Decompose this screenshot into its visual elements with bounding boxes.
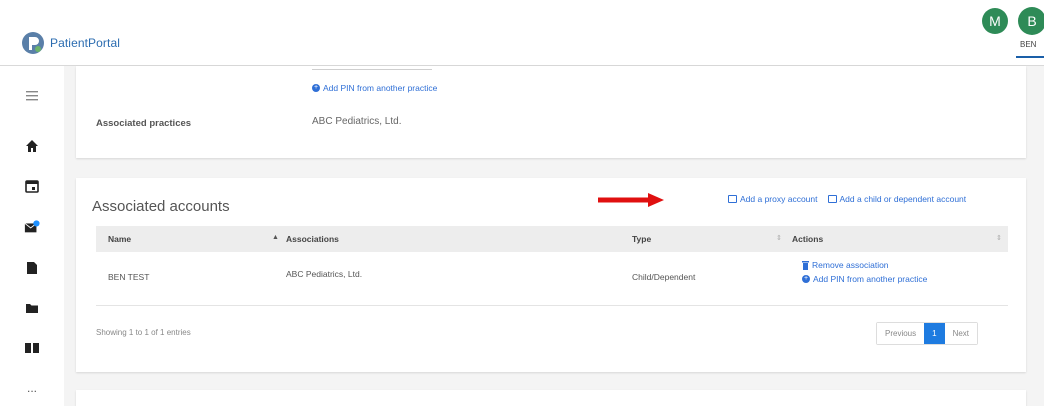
practices-card: + Add PIN from another practice Associat…	[76, 66, 1026, 158]
associated-accounts-card: Associated accounts Add a proxy account …	[76, 178, 1026, 372]
sidebar: ...	[0, 66, 64, 406]
associated-practices-label: Associated practices	[96, 118, 192, 129]
red-arrow-icon	[598, 193, 664, 207]
edit-icon	[827, 195, 837, 203]
document-icon[interactable]	[24, 260, 40, 276]
folder-icon[interactable]	[24, 300, 40, 316]
add-proxy-account-label: Add a proxy account	[740, 194, 818, 204]
book-icon[interactable]	[24, 340, 40, 356]
app-header: PatientPortal M B BEN	[0, 0, 1044, 66]
edit-icon	[728, 195, 737, 203]
remove-association-link[interactable]: Remove association	[802, 260, 889, 270]
logo-text: PatientPortal	[50, 36, 121, 50]
table-row: BEN TEST ABC Pediatrics, Ltd. Child/Depe…	[96, 252, 1008, 306]
add-child-account-label: Add a child or dependent account	[839, 194, 967, 204]
remove-association-label: Remove association	[812, 260, 889, 270]
add-pin-link-row-label: Add PIN from another practice	[813, 274, 928, 284]
plus-circle-icon: +	[802, 275, 810, 283]
avatar-b-letter: B	[1027, 13, 1037, 29]
column-header-type[interactable]: Type	[632, 234, 651, 244]
column-header-associations[interactable]: Associations	[286, 234, 339, 244]
next-card	[76, 390, 1026, 406]
page-1-button[interactable]: 1	[924, 323, 945, 344]
account-actions: Add a proxy account Add a child or depen…	[728, 194, 966, 204]
column-header-name[interactable]: Name	[108, 234, 131, 244]
avatar-m-letter: M	[989, 13, 1001, 29]
sort-icon[interactable]: ⇕	[776, 234, 782, 242]
trash-icon	[802, 260, 809, 270]
cell-type: Child/Dependent	[632, 272, 696, 282]
main-content: + Add PIN from another practice Associat…	[64, 66, 1044, 406]
logo-icon	[22, 32, 44, 54]
column-header-actions[interactable]: Actions	[792, 234, 823, 244]
previous-page-button[interactable]: Previous	[877, 323, 925, 344]
entries-info: Showing 1 to 1 of 1 entries	[96, 328, 191, 337]
menu-icon[interactable]	[24, 88, 40, 104]
more-icon[interactable]: ...	[24, 380, 40, 396]
sort-icon[interactable]: ⇕	[996, 234, 1002, 242]
messages-icon[interactable]	[24, 219, 40, 235]
add-proxy-account-link[interactable]: Add a proxy account	[728, 194, 818, 204]
scrolled-field-edge	[312, 66, 432, 70]
add-pin-link-top[interactable]: + Add PIN from another practice	[312, 83, 437, 93]
cell-associations: ABC Pediatrics, Ltd.	[286, 269, 363, 279]
user-name-label[interactable]: BEN	[1020, 40, 1036, 49]
associated-practices-value: ABC Pediatrics, Ltd.	[312, 116, 402, 127]
section-title: Associated accounts	[92, 198, 230, 215]
cell-name: BEN TEST	[108, 272, 150, 282]
calendar-icon[interactable]	[24, 178, 40, 194]
home-icon[interactable]	[24, 138, 40, 154]
add-pin-link-row[interactable]: + Add PIN from another practice	[802, 274, 927, 284]
sort-asc-icon[interactable]: ▲	[272, 234, 279, 241]
avatar-b[interactable]: B	[1018, 7, 1044, 35]
table-header: Name ▲ Associations Type ⇕ Actions ⇕	[96, 226, 1008, 252]
add-pin-link-label: Add PIN from another practice	[323, 83, 438, 93]
add-child-account-link[interactable]: Add a child or dependent account	[827, 194, 967, 204]
plus-circle-icon: +	[312, 84, 320, 92]
user-tab-indicator	[1016, 56, 1044, 58]
patient-portal-logo[interactable]: PatientPortal	[20, 30, 120, 56]
next-page-button[interactable]: Next	[944, 323, 978, 344]
avatar-m[interactable]: M	[982, 8, 1008, 34]
pagination: Previous 1 Next	[876, 322, 979, 345]
